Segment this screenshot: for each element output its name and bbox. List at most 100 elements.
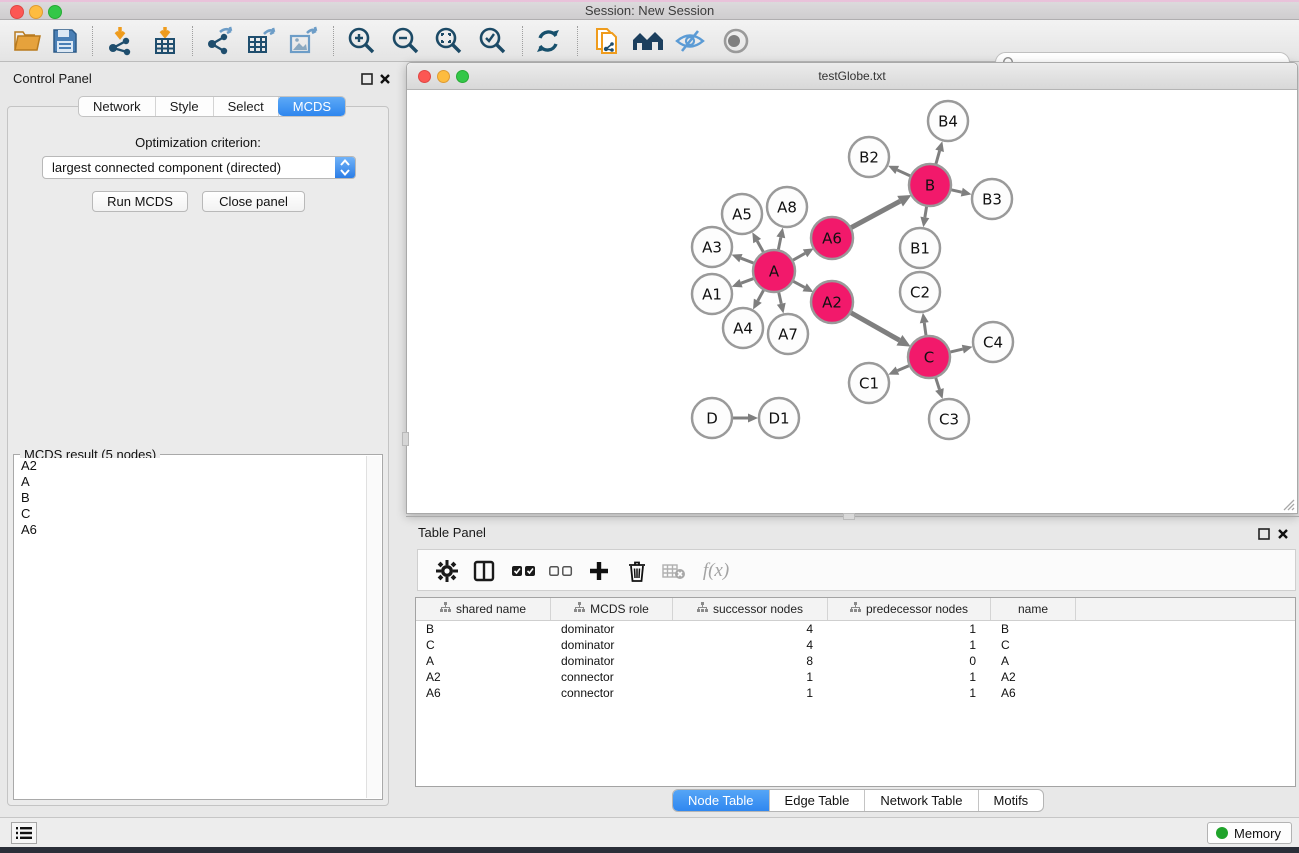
edge-A-A3[interactable] bbox=[741, 258, 755, 264]
home-network-icon[interactable] bbox=[631, 25, 665, 57]
cell-successor-nodes: 1 bbox=[673, 686, 828, 700]
export-network-icon[interactable] bbox=[202, 25, 236, 57]
show-eye-icon[interactable] bbox=[719, 25, 753, 57]
arrowhead-icon bbox=[748, 414, 758, 423]
mcds-result-list[interactable]: A2ABCA6 bbox=[15, 458, 367, 798]
cell-shared-name: C bbox=[416, 638, 551, 652]
table-row[interactable]: Bdominator41B bbox=[416, 621, 1295, 637]
pane-divider-grip[interactable] bbox=[402, 432, 409, 446]
node-label-B2: B2 bbox=[859, 149, 879, 167]
result-item[interactable]: A6 bbox=[15, 522, 367, 538]
arrowhead-icon bbox=[732, 254, 743, 262]
float-panel-icon[interactable] bbox=[361, 72, 373, 84]
zoom-in-icon[interactable] bbox=[344, 25, 378, 57]
edge-A6-B[interactable] bbox=[850, 201, 901, 228]
network-window-titlebar[interactable]: testGlobe.txt bbox=[407, 63, 1297, 90]
tab-style[interactable]: Style bbox=[156, 97, 214, 116]
tab-edge-table[interactable]: Edge Table bbox=[770, 790, 866, 811]
list-icon bbox=[16, 826, 32, 840]
task-history-button[interactable] bbox=[11, 822, 37, 844]
export-image-icon[interactable] bbox=[286, 25, 320, 57]
column-type-icon bbox=[440, 602, 451, 616]
table-row[interactable]: Cdominator41C bbox=[416, 637, 1295, 653]
network-window-title: testGlobe.txt bbox=[407, 69, 1297, 83]
node-label-A6: A6 bbox=[822, 230, 842, 248]
edge-A-A6[interactable] bbox=[791, 253, 805, 261]
deselect-all-checkboxes-icon[interactable] bbox=[545, 556, 577, 586]
memory-button[interactable]: Memory bbox=[1207, 822, 1292, 844]
hide-panel-eye-icon[interactable] bbox=[673, 25, 707, 57]
toolbar-separator bbox=[577, 26, 578, 56]
cell-shared-name: A2 bbox=[416, 670, 551, 684]
result-scrollbar[interactable] bbox=[366, 456, 381, 798]
pane-divider-grip[interactable] bbox=[843, 513, 855, 520]
node-label-C4: C4 bbox=[983, 334, 1003, 352]
delete-column-icon[interactable] bbox=[621, 556, 653, 586]
zoom-fit-icon[interactable] bbox=[431, 25, 465, 57]
node-label-C2: C2 bbox=[910, 284, 930, 302]
column-type-icon bbox=[850, 602, 861, 616]
column-header-predecessor-nodes[interactable]: predecessor nodes bbox=[828, 598, 991, 620]
zoom-selected-icon[interactable] bbox=[475, 25, 509, 57]
result-item[interactable]: A bbox=[15, 474, 367, 490]
tab-motifs[interactable]: Motifs bbox=[979, 790, 1044, 811]
zoom-out-icon[interactable] bbox=[388, 25, 422, 57]
network-canvas[interactable]: AA1A2A3A4A5A6A7A8BB1B2B3B4CC1C2C3C4DD1 bbox=[408, 90, 1297, 514]
main-toolbar bbox=[0, 20, 1299, 62]
column-header-successor-nodes[interactable]: successor nodes bbox=[673, 598, 828, 620]
table-row[interactable]: A2connector11A2 bbox=[416, 669, 1295, 685]
criterion-dropdown[interactable]: largest connected component (directed) bbox=[42, 156, 356, 179]
resize-grip-icon[interactable] bbox=[1281, 497, 1295, 511]
column-header-shared-name[interactable]: shared name bbox=[416, 598, 551, 620]
select-all-checkboxes-icon[interactable] bbox=[508, 556, 540, 586]
node-label-B: B bbox=[925, 177, 935, 195]
edge-A-A1[interactable] bbox=[741, 278, 755, 283]
table-row[interactable]: A6connector11A6 bbox=[416, 685, 1295, 701]
refresh-icon[interactable] bbox=[531, 25, 565, 57]
arrowhead-icon bbox=[961, 188, 972, 197]
edge-B-B2[interactable] bbox=[897, 170, 912, 177]
run-mcds-button[interactable]: Run MCDS bbox=[92, 191, 188, 212]
edge-B-B4[interactable] bbox=[935, 151, 939, 166]
table-row[interactable]: Adominator80A bbox=[416, 653, 1295, 669]
column-header-label: successor nodes bbox=[713, 602, 803, 616]
table-close-icon[interactable] bbox=[1277, 527, 1289, 539]
tab-node-table[interactable]: Node Table bbox=[673, 790, 770, 811]
arrowhead-icon bbox=[777, 303, 786, 314]
function-builder-icon[interactable]: f(x) bbox=[694, 556, 738, 586]
tab-select[interactable]: Select bbox=[214, 97, 279, 116]
column-header-label: MCDS role bbox=[590, 602, 649, 616]
column-icon[interactable] bbox=[468, 556, 500, 586]
close-panel-button[interactable]: Close panel bbox=[202, 191, 305, 212]
result-item[interactable]: A2 bbox=[15, 458, 367, 474]
save-session-icon[interactable] bbox=[48, 25, 82, 57]
result-item[interactable]: C bbox=[15, 506, 367, 522]
cell-successor-nodes: 4 bbox=[673, 638, 828, 652]
column-header-name[interactable]: name bbox=[991, 598, 1076, 620]
cell-predecessor-nodes: 1 bbox=[828, 638, 991, 652]
column-header-MCDS-role[interactable]: MCDS role bbox=[551, 598, 673, 620]
table-header: shared name MCDS role successor nodes prede… bbox=[416, 598, 1295, 621]
table-float-icon[interactable] bbox=[1258, 527, 1270, 539]
result-item[interactable]: B bbox=[15, 490, 367, 506]
cell-shared-name: B bbox=[416, 622, 551, 636]
add-column-icon[interactable] bbox=[583, 556, 615, 586]
open-file-icon[interactable] bbox=[11, 25, 45, 57]
export-table-icon[interactable] bbox=[244, 25, 278, 57]
cell-successor-nodes: 8 bbox=[673, 654, 828, 668]
close-panel-icon[interactable] bbox=[379, 72, 391, 84]
gear-icon[interactable] bbox=[431, 556, 463, 586]
tab-network[interactable]: Network bbox=[79, 97, 156, 116]
node-table[interactable]: shared name MCDS role successor nodes prede… bbox=[415, 597, 1296, 787]
edge-A2-C[interactable] bbox=[849, 312, 899, 340]
cell-successor-nodes: 4 bbox=[673, 622, 828, 636]
delete-table-icon[interactable] bbox=[658, 556, 690, 586]
tab-mcds[interactable]: MCDS bbox=[278, 96, 346, 116]
clone-network-icon[interactable] bbox=[590, 25, 624, 57]
arrowhead-icon bbox=[920, 313, 929, 324]
tab-network-table[interactable]: Network Table bbox=[865, 790, 978, 811]
cell-predecessor-nodes: 0 bbox=[828, 654, 991, 668]
import-network-icon[interactable] bbox=[103, 25, 137, 57]
column-type-icon bbox=[574, 602, 585, 616]
import-table-icon[interactable] bbox=[148, 25, 182, 57]
